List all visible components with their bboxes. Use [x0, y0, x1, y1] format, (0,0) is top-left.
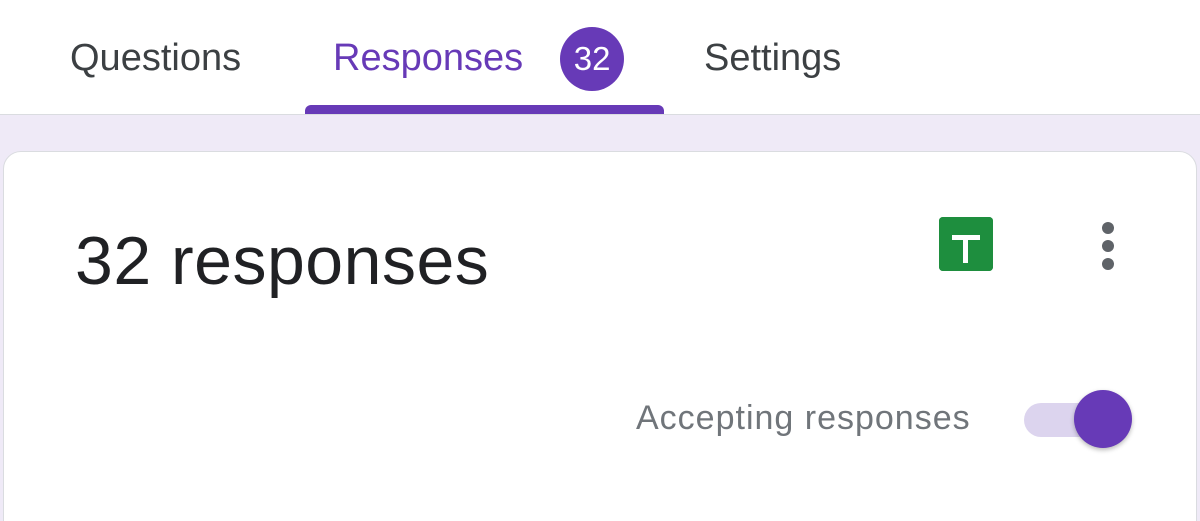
accepting-responses-label: Accepting responses: [636, 399, 971, 437]
tab-responses-label: Responses: [333, 36, 524, 79]
forms-responses-page: Questions Responses 32 Settings 32 respo…: [0, 0, 1200, 521]
responses-count-title: 32 responses: [75, 223, 490, 299]
more-vert-icon[interactable]: [1089, 218, 1127, 278]
responses-count-badge: 32: [560, 27, 625, 91]
spreadsheet-icon[interactable]: [939, 217, 993, 271]
tab-questions[interactable]: Questions: [70, 0, 241, 114]
tab-bar: Questions Responses 32 Settings: [0, 0, 1200, 115]
tab-responses[interactable]: Responses 32: [333, 0, 625, 114]
toggle-thumb: [1074, 390, 1132, 448]
accepting-responses-toggle[interactable]: [1022, 387, 1136, 451]
responses-summary-card: 32 responses Accepting responses: [3, 151, 1197, 521]
active-tab-indicator: [305, 105, 664, 114]
tab-questions-label: Questions: [70, 36, 242, 79]
tab-settings-label: Settings: [704, 36, 842, 79]
tab-settings[interactable]: Settings: [704, 0, 841, 114]
